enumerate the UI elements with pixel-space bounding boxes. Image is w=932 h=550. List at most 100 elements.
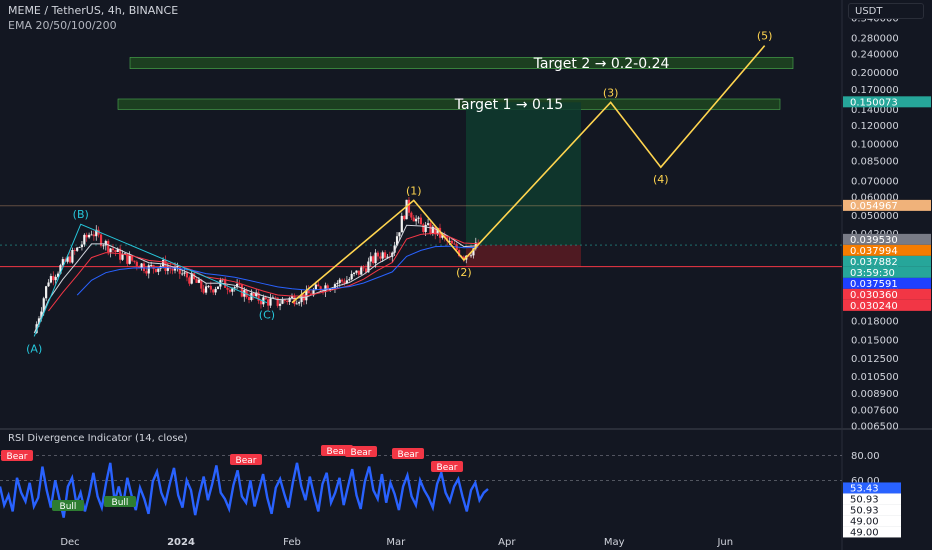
candle-body [233, 287, 236, 289]
time-tick-label: 2024 [167, 537, 195, 548]
target-label: Target 2 → 0.2-0.24 [533, 56, 670, 72]
price-tick-label: 0.070000 [851, 176, 899, 187]
candle-body [150, 265, 153, 266]
price-tag-label: 03:59:30 [850, 268, 895, 279]
elliott-wave-labels: (A) (B) (C) (1) (2) (3) (4) (5) [26, 30, 772, 356]
candle-body [276, 297, 279, 306]
price-tick-label: 0.240000 [851, 49, 899, 60]
candle-body [295, 303, 298, 305]
candle-body [157, 268, 160, 272]
wave-label: (4) [653, 173, 669, 186]
candle-body [419, 217, 423, 225]
candle-body [450, 240, 454, 244]
candle-body [195, 279, 198, 283]
rsi-value-label: 49.00 [850, 516, 879, 527]
candle-body [355, 270, 358, 273]
candle-body [381, 252, 384, 259]
wave-label: (3) [603, 86, 619, 99]
candle-body [145, 271, 148, 274]
candle-body [264, 297, 267, 300]
candle-body [109, 248, 112, 253]
rsi-tick-label: 80.00 [851, 451, 880, 462]
candle-body [52, 276, 55, 281]
price-tick-label: 0.006500 [851, 422, 899, 433]
candle-body [376, 252, 380, 257]
candle-body [212, 289, 215, 293]
rsi-indicator-title[interactable]: RSI Divergence Indicator (14, close) [8, 433, 188, 444]
candle-body [114, 250, 117, 252]
candle-body [183, 272, 186, 274]
candle-body [228, 289, 232, 292]
candle-body [405, 199, 408, 220]
target-box [129, 57, 794, 69]
profit-zone [466, 102, 581, 246]
time-tick-label: Mar [386, 537, 406, 548]
candle-body [197, 279, 201, 283]
candle-body [426, 223, 430, 225]
candle-body [76, 247, 79, 251]
candle-body [417, 217, 420, 219]
symbol-title[interactable]: MEME / TetherUS, 4h, BINANCE [8, 4, 178, 17]
rsi-value-label: 53.43 [850, 483, 879, 494]
abc-wave-line [33, 223, 268, 337]
time-tick-label: Feb [283, 537, 301, 548]
candle-body [111, 248, 115, 251]
candle-body [400, 215, 403, 233]
candle-body [152, 265, 155, 269]
wave-label: (1) [406, 184, 422, 197]
candle-body [283, 299, 286, 301]
candle-body [469, 255, 473, 257]
price-tag-label: 0.150073 [850, 97, 898, 108]
candle-body [188, 277, 191, 284]
price-tag-label: 0.037882 [850, 257, 898, 268]
candle-body [92, 234, 95, 237]
price-tag-label: 0.030360 [850, 290, 898, 301]
candle-body [379, 256, 382, 259]
bear-divergence-label: Bear [327, 447, 348, 457]
candle-body [135, 261, 138, 267]
candle-body [171, 268, 174, 271]
currency-button[interactable]: USDT [848, 3, 924, 19]
price-tick-label: 0.085000 [851, 156, 899, 167]
price-tick-label: 0.120000 [851, 121, 899, 132]
candle-body [341, 279, 344, 282]
candle-body [176, 265, 179, 268]
candle-body [278, 303, 282, 306]
time-tick-label: Jun [716, 537, 733, 548]
candle-body [274, 297, 277, 299]
candle-body [102, 245, 105, 247]
candle-body [259, 300, 263, 305]
candle-body [128, 255, 131, 264]
trade-zones [466, 102, 581, 267]
target-box [117, 98, 781, 110]
ema-100-line [76, 245, 479, 296]
candle-body [369, 256, 372, 262]
candle-body [317, 284, 320, 287]
candle-body [415, 218, 418, 222]
candle-body [85, 234, 88, 238]
candle-body [407, 199, 411, 213]
candle-body [142, 263, 146, 272]
candle-body [372, 256, 375, 264]
price-tick-label: 0.100000 [851, 140, 899, 151]
price-axis[interactable]: 0.3400000.2800000.2400000.2000000.170000… [851, 14, 899, 433]
time-tick-label: May [604, 537, 625, 548]
candle-body [202, 288, 205, 293]
candle-body [403, 215, 406, 220]
price-tick-label: 0.012500 [851, 354, 899, 365]
price-tick-label: 0.050000 [851, 211, 899, 222]
time-axis[interactable]: Dec 2024 Feb Mar Apr May Jun [60, 537, 733, 548]
ema-legend[interactable]: EMA 20/50/100/200 [8, 19, 117, 32]
price-tick-label: 0.170000 [851, 85, 899, 96]
candle-body [269, 298, 272, 306]
candle-body [73, 250, 76, 251]
candle-body [422, 224, 425, 232]
price-tag-label: 0.037591 [850, 279, 898, 290]
price-tick-label: 0.010500 [851, 372, 899, 383]
candle-body [226, 287, 229, 290]
candle-body [352, 272, 356, 274]
price-tag-label: 0.037994 [850, 246, 898, 257]
target-label: Target 1 → 0.15 [454, 97, 563, 113]
candle-body [374, 252, 377, 264]
candle-body [87, 234, 91, 238]
